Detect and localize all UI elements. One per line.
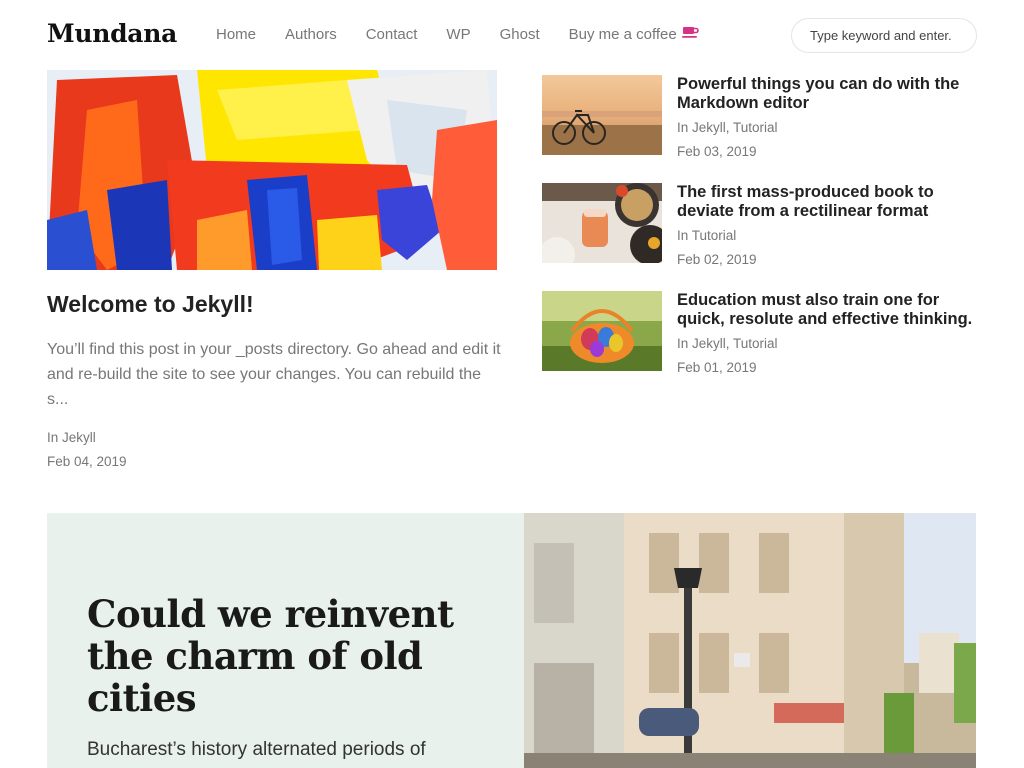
featured-post-title[interactable]: Welcome to Jekyll! bbox=[47, 291, 254, 318]
category-link[interactable]: Jekyll bbox=[692, 336, 726, 351]
side-post-categories: In Jekyll, Tutorial bbox=[677, 120, 778, 135]
food-table-image bbox=[542, 183, 662, 263]
category-link[interactable]: Jekyll bbox=[692, 120, 726, 135]
side-post-date: Feb 02, 2019 bbox=[677, 252, 757, 267]
site-logo[interactable]: Mundana bbox=[47, 19, 177, 48]
side-post-categories: In Jekyll, Tutorial bbox=[677, 336, 778, 351]
nav-authors[interactable]: Authors bbox=[285, 26, 337, 43]
search-input[interactable] bbox=[791, 18, 977, 53]
nav-home[interactable]: Home bbox=[216, 26, 256, 43]
featured-post-excerpt: You’ll find this post in your _posts dir… bbox=[47, 341, 501, 408]
nav-buy-coffee-label: Buy me a coffee bbox=[568, 26, 677, 43]
category-prefix: In bbox=[677, 336, 693, 351]
feature-jumbotron: Could we reinvent the charm of old citie… bbox=[47, 513, 976, 768]
jumbotron-text: Bucharest’s history alternated periods o… bbox=[87, 739, 426, 760]
jumbotron-image[interactable] bbox=[524, 513, 976, 768]
featured-post-category[interactable]: In Jekyll bbox=[47, 430, 96, 445]
category-link[interactable]: Tutorial bbox=[692, 228, 737, 243]
nav-buy-coffee[interactable]: Buy me a coffee bbox=[569, 26, 699, 43]
abstract-paint-image bbox=[47, 70, 497, 270]
post-thumbnail[interactable] bbox=[542, 75, 662, 155]
jumbotron-title[interactable]: Could we reinvent the charm of old citie… bbox=[87, 593, 477, 719]
featured-post-image[interactable] bbox=[47, 70, 497, 270]
navbar: Mundana Home Authors Contact WP Ghost Bu… bbox=[0, 0, 1024, 70]
side-post-categories: In Tutorial bbox=[677, 228, 736, 243]
side-post-title[interactable]: Education must also train one for quick,… bbox=[677, 291, 977, 329]
main-nav: Home Authors Contact WP Ghost Buy me a c… bbox=[216, 26, 728, 43]
featured-post-date: Feb 04, 2019 bbox=[47, 454, 127, 469]
easter-basket-image bbox=[542, 291, 662, 371]
nav-ghost[interactable]: Ghost bbox=[500, 26, 540, 43]
nav-contact[interactable]: Contact bbox=[366, 26, 418, 43]
side-post-title[interactable]: The first mass-produced book to deviate … bbox=[677, 183, 977, 221]
post-thumbnail[interactable] bbox=[542, 183, 662, 263]
category-prefix: In bbox=[677, 120, 693, 135]
post-thumbnail[interactable] bbox=[542, 291, 662, 371]
coffee-cup-icon bbox=[681, 27, 699, 38]
category-prefix: In bbox=[677, 228, 692, 243]
category-link[interactable]: Tutorial bbox=[733, 120, 778, 135]
nav-wp[interactable]: WP bbox=[446, 26, 470, 43]
category-link[interactable]: Tutorial bbox=[733, 336, 778, 351]
old-city-street-image bbox=[524, 513, 976, 768]
side-post-date: Feb 01, 2019 bbox=[677, 360, 757, 375]
side-post-title[interactable]: Powerful things you can do with the Mark… bbox=[677, 75, 977, 113]
side-post-date: Feb 03, 2019 bbox=[677, 144, 757, 159]
bicycle-beach-image bbox=[542, 75, 662, 155]
